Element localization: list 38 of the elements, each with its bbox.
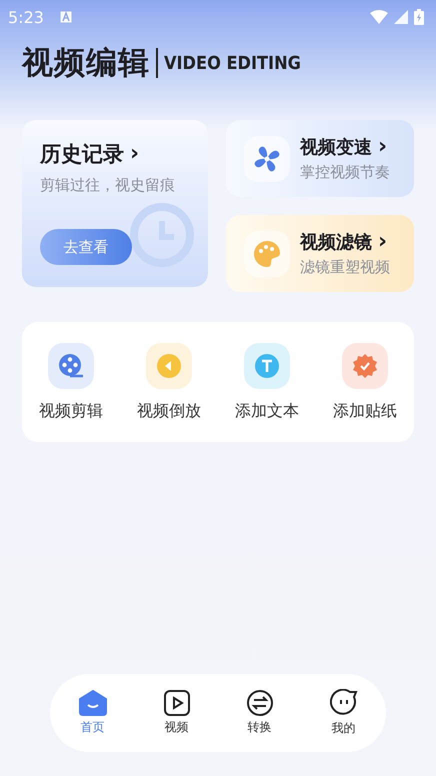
tool-button[interactable]: 视频剪辑 (39, 400, 103, 422)
history-title: 历史记录 (40, 141, 124, 168)
feature-subtitle: 滤镜重塑视频 (300, 258, 390, 277)
fan-icon (252, 144, 282, 174)
tool-button[interactable]: 视频倒放 (137, 400, 201, 422)
status-time: 5:23 (8, 8, 44, 26)
signal-icon (394, 10, 408, 24)
nav-tab[interactable]: 转换 (246, 690, 272, 736)
nav-tab[interactable]: 视频 (164, 690, 190, 736)
palette-icon (252, 238, 282, 268)
chevron-icon: › (130, 143, 140, 165)
app-title: 视频编辑 (22, 44, 150, 83)
face-bubble-icon (330, 689, 358, 717)
chevron-icon: › (378, 136, 388, 158)
badge-check-icon (352, 352, 378, 378)
play-icon (164, 690, 190, 716)
history-subtitle: 剪辑过往，视史留痕 (40, 176, 176, 195)
chevron-icon: › (378, 231, 388, 253)
home-icon (78, 690, 106, 716)
tool-button[interactable]: 添加文本 (235, 400, 299, 422)
feature-subtitle: 掌控视频节奏 (300, 163, 390, 182)
feature-title: 视频滤镜 (300, 231, 372, 254)
feature-title: 视频变速 (300, 136, 372, 159)
nav-tab[interactable]: 我的 (330, 689, 358, 737)
nav-tab[interactable]: 首页 (78, 690, 106, 736)
feature-card[interactable]: 视频滤镜 › 滤镜重塑视频 (226, 215, 414, 292)
app-subtitle: VIDEO EDITING (164, 52, 301, 74)
tool-button[interactable]: 添加贴纸 (333, 400, 397, 422)
swap-icon (246, 690, 272, 716)
history-card[interactable]: 历史记录 › 剪辑过往，视史留痕 去查看 (22, 120, 208, 287)
notification-icon (60, 11, 72, 23)
battery-icon (414, 9, 424, 25)
film-reel-icon (58, 352, 84, 378)
text-icon (254, 352, 280, 378)
clock-icon (130, 203, 194, 267)
feature-card[interactable]: 视频变速 › 掌控视频节奏 (226, 120, 414, 197)
wifi-icon (370, 10, 388, 24)
rewind-icon (156, 352, 182, 378)
